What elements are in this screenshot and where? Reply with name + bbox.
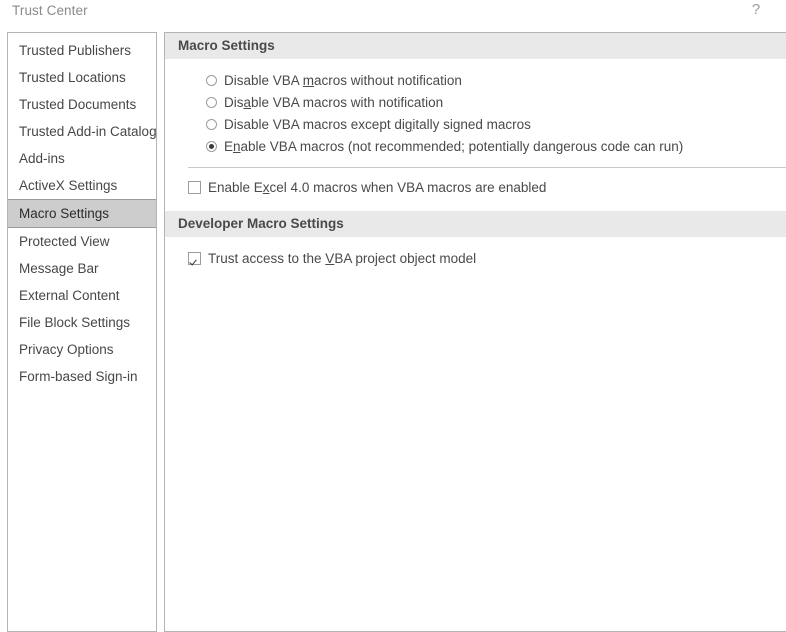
sidebar-item-label: Trusted Add-in Catalogs bbox=[19, 124, 157, 139]
macro-option-label: Disable VBA macros except digitally sign… bbox=[224, 117, 531, 132]
sidebar-item-label: Trusted Locations bbox=[19, 70, 126, 85]
sidebar-item-label: File Block Settings bbox=[19, 315, 131, 330]
radio-glyph bbox=[206, 97, 217, 108]
sidebar-item-external-content[interactable]: External Content bbox=[8, 282, 156, 309]
macro-settings-section-header: Macro Settings bbox=[165, 33, 786, 59]
checkbox-glyph bbox=[188, 181, 201, 194]
radio-glyph bbox=[206, 141, 217, 152]
macro-option-3[interactable]: Disable VBA macros except digitally sign… bbox=[165, 114, 786, 136]
sidebar-item-add-ins[interactable]: Add-ins bbox=[8, 145, 156, 172]
category-sidebar: Trusted Publishers Trusted Locations Trust… bbox=[7, 32, 157, 632]
macro-option-2[interactable]: Disable VBA macros with notification bbox=[165, 92, 786, 114]
sidebar-item-file-block-settings[interactable]: File Block Settings bbox=[8, 309, 156, 336]
macro-option-label: Disable VBA macros without notification bbox=[224, 73, 462, 88]
enable-excel4-macros-checkbox[interactable]: Enable Excel 4.0 macros when VBA macros … bbox=[165, 177, 786, 199]
sidebar-item-label: Form-based Sign-in bbox=[19, 369, 138, 384]
settings-content-panel: Macro Settings Disable VBA macros withou… bbox=[164, 32, 786, 632]
sidebar-item-label: Macro Settings bbox=[19, 206, 110, 221]
dialog-title: Trust Center bbox=[12, 3, 88, 18]
category-list: Trusted Publishers Trusted Locations Trust… bbox=[8, 33, 156, 390]
section-divider bbox=[188, 167, 786, 168]
sidebar-item-macro-settings[interactable]: Macro Settings bbox=[8, 199, 156, 228]
radio-glyph bbox=[206, 75, 217, 86]
macro-option-4[interactable]: Enable VBA macros (not recommended; pote… bbox=[165, 136, 786, 158]
sidebar-item-label: ActiveX Settings bbox=[19, 178, 118, 193]
sidebar-item-label: Trusted Publishers bbox=[19, 43, 132, 58]
sidebar-item-label: Message Bar bbox=[19, 261, 99, 276]
developer-macro-settings-section-header: Developer Macro Settings bbox=[165, 211, 786, 237]
help-question-icon[interactable]: ? bbox=[748, 1, 764, 18]
sidebar-item-trusted-add-in-catalogs[interactable]: Trusted Add-in Catalogs bbox=[8, 118, 156, 145]
sidebar-item-trusted-locations[interactable]: Trusted Locations bbox=[8, 64, 156, 91]
sidebar-item-label: Trusted Documents bbox=[19, 97, 137, 112]
sidebar-item-protected-view[interactable]: Protected View bbox=[8, 228, 156, 255]
macro-settings-radio-group: Disable VBA macros without notification D… bbox=[165, 70, 786, 158]
trust-vba-project-access-checkbox[interactable]: Trust access to the VBA project object m… bbox=[165, 248, 786, 270]
sidebar-item-activex-settings[interactable]: ActiveX Settings bbox=[8, 172, 156, 199]
checkbox-glyph bbox=[188, 252, 201, 265]
sidebar-item-label: External Content bbox=[19, 288, 120, 303]
macro-option-label: Disable VBA macros with notification bbox=[224, 95, 444, 110]
sidebar-item-label: Protected View bbox=[19, 234, 110, 249]
macro-option-1[interactable]: Disable VBA macros without notification bbox=[165, 70, 786, 92]
sidebar-item-message-bar[interactable]: Message Bar bbox=[8, 255, 156, 282]
sidebar-item-label: Add-ins bbox=[19, 151, 65, 166]
sidebar-item-label: Privacy Options bbox=[19, 342, 114, 357]
sidebar-item-trusted-publishers[interactable]: Trusted Publishers bbox=[8, 37, 156, 64]
trust-vba-project-access-label: Trust access to the VBA project object m… bbox=[208, 251, 477, 266]
macro-option-label: Enable VBA macros (not recommended; pote… bbox=[224, 139, 684, 154]
sidebar-item-form-based-sign-in[interactable]: Form-based Sign-in bbox=[8, 363, 156, 390]
radio-glyph bbox=[206, 119, 217, 130]
dialog-titlebar: Trust Center ? bbox=[0, 0, 786, 30]
sidebar-item-privacy-options[interactable]: Privacy Options bbox=[8, 336, 156, 363]
enable-excel4-macros-label: Enable Excel 4.0 macros when VBA macros … bbox=[208, 180, 547, 195]
sidebar-item-trusted-documents[interactable]: Trusted Documents bbox=[8, 91, 156, 118]
